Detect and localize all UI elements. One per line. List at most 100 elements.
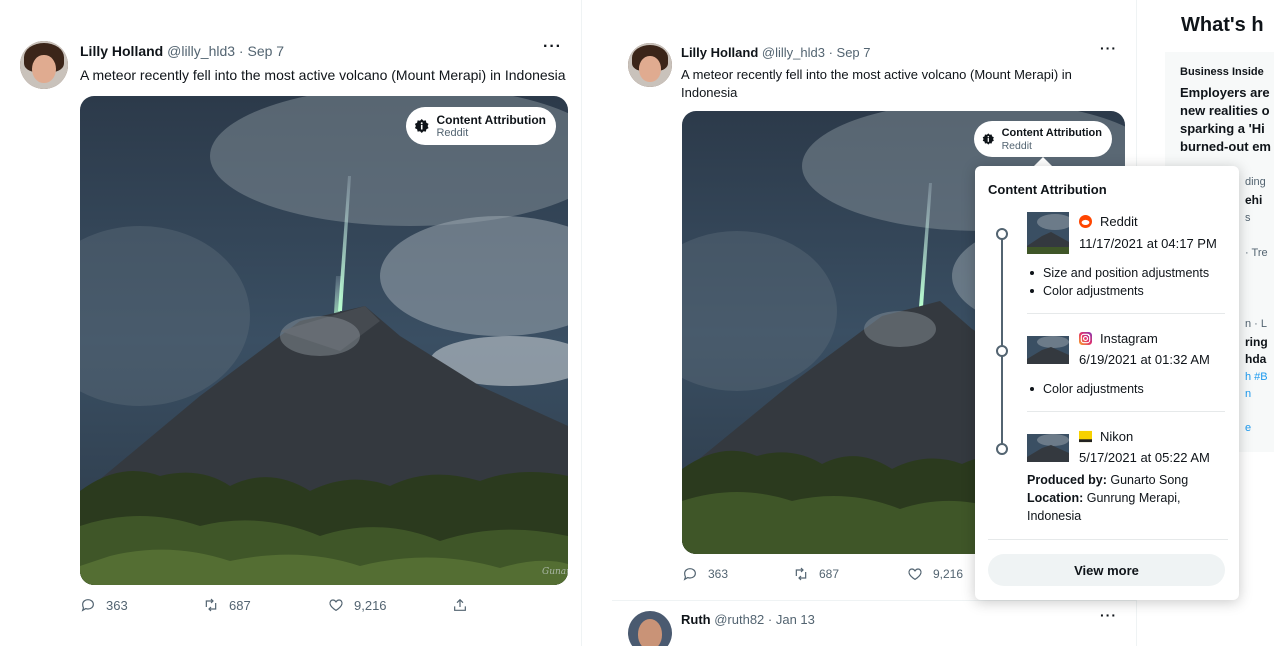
share-button[interactable] — [452, 597, 478, 613]
attribution-source: Reddit — [436, 126, 469, 139]
attribution-title: Content Attribution — [436, 112, 546, 127]
entry-date: 6/19/2021 at 01:32 AM — [1079, 352, 1210, 367]
attribution-badge-icon — [982, 133, 994, 145]
trend-fragment: s — [1245, 212, 1251, 224]
entry-date: 5/17/2021 at 05:22 AM — [1079, 450, 1210, 465]
more-options-icon[interactable]: ··· — [1100, 40, 1117, 56]
retweet-button[interactable]: 687 — [793, 566, 839, 582]
timeline-dot — [996, 345, 1008, 357]
timeline-line — [1001, 234, 1003, 450]
trend-headline[interactable]: Employers are new realities o sparking a… — [1180, 84, 1274, 156]
author-meta[interactable]: @lilly_hld3 · Sep 7 — [762, 45, 871, 60]
trend-headline-line: new realities o — [1180, 103, 1270, 118]
entry-thumbnail[interactable] — [1027, 329, 1069, 371]
trend-fragment: e — [1245, 422, 1252, 434]
popover-title: Content Attribution — [988, 182, 1107, 197]
attribution-source: Reddit — [1001, 139, 1032, 152]
watermark-text: Gunarto — [542, 567, 568, 577]
trend-fragment: ehi — [1245, 193, 1263, 207]
entry-separator — [1027, 313, 1225, 314]
tweet-header: Lilly Holland @lilly_hld3 · Sep 7 — [80, 43, 284, 59]
produced-by: Produced by: Gunarto Song — [1027, 471, 1227, 489]
reply-icon — [683, 568, 696, 581]
reply-icon — [81, 599, 94, 612]
reddit-icon — [1079, 215, 1092, 228]
retweet-icon — [205, 598, 217, 612]
like-button[interactable]: 9,216 — [907, 566, 963, 582]
author-name[interactable]: Lilly Holland — [80, 43, 163, 59]
heart-icon — [908, 568, 922, 581]
location-label: Location: — [1027, 491, 1084, 505]
produced-by-label: Produced by: — [1027, 473, 1107, 487]
timeline-dot — [996, 443, 1008, 455]
tweet-text: A meteor recently fell into the most act… — [80, 67, 566, 83]
retweet-count: 687 — [229, 597, 251, 613]
author-name[interactable]: Lilly Holland — [681, 45, 758, 60]
content-attribution-pill[interactable]: Content Attribution Reddit — [974, 121, 1112, 157]
entry-source-name: Nikon — [1100, 429, 1134, 444]
author-meta[interactable]: @lilly_hld3 · Sep 7 — [167, 43, 284, 59]
trends-header: What's h — [1181, 14, 1274, 56]
avatar[interactable] — [628, 611, 672, 646]
retweet-count: 687 — [819, 567, 840, 581]
tweet-actions: 363 687 9,216 — [80, 597, 480, 617]
edit-item: Color adjustments — [1027, 282, 1209, 300]
trend-fragment: ding — [1245, 176, 1266, 188]
more-options-icon[interactable]: ··· — [543, 38, 562, 56]
reply-button[interactable]: 363 — [682, 566, 728, 582]
volcano-meteor-photo: Gunarto — [80, 96, 568, 585]
trend-headline-line: sparking a 'Hi — [1180, 121, 1265, 136]
more-options-icon[interactable]: ··· — [1100, 607, 1117, 623]
like-button[interactable]: 9,216 — [328, 597, 387, 613]
reply-count: 363 — [708, 567, 729, 581]
avatar[interactable] — [628, 43, 672, 87]
location: Location: Gunrung Merapi, Indonesia — [1027, 489, 1227, 525]
trend-headline-line: Employers are — [1180, 85, 1270, 100]
tweet-header: Ruth @ruth82 · Jan 13 — [681, 612, 815, 627]
entry-source[interactable]: Nikon — [1079, 429, 1133, 444]
entry-source[interactable]: Reddit — [1079, 214, 1138, 229]
left-tweet-panel: Lilly Holland @lilly_hld3 · Sep 7 ··· A … — [0, 0, 582, 646]
retweet-button[interactable]: 687 — [203, 597, 251, 613]
entry-thumbnail[interactable] — [1027, 427, 1069, 469]
edit-item: Color adjustments — [1027, 380, 1144, 398]
avatar[interactable] — [20, 41, 68, 89]
heart-icon — [329, 599, 343, 612]
tweet-text-line: A meteor recently fell into the most act… — [681, 67, 1072, 82]
author-name[interactable]: Ruth — [681, 612, 711, 627]
trend-fragment: hda — [1245, 352, 1267, 366]
trend-headline-line: burned-out em — [1180, 139, 1271, 154]
entry-source-name: Instagram — [1100, 331, 1158, 346]
entry-source[interactable]: Instagram — [1079, 331, 1158, 346]
produced-by-value: Gunarto Song — [1110, 473, 1189, 487]
share-icon — [454, 598, 466, 611]
attribution-title: Content Attribution — [1001, 126, 1102, 139]
tweet-text: A meteor recently fell into the most act… — [681, 66, 1101, 102]
trends-header-text: What's h — [1181, 14, 1264, 36]
popover-divider — [988, 539, 1228, 540]
thumbnail-image — [1027, 427, 1069, 469]
entry-separator — [1027, 411, 1225, 412]
trend-fragment: ring — [1245, 335, 1268, 349]
author-meta[interactable]: @ruth82 · Jan 13 — [714, 612, 815, 627]
nikon-icon — [1079, 430, 1092, 443]
edit-list: Size and position adjustments Color adju… — [1027, 264, 1209, 300]
tweet-actions: 363 687 9,216 — [682, 566, 982, 586]
edit-list: Color adjustments — [1027, 380, 1144, 398]
instagram-icon — [1079, 332, 1092, 345]
like-count: 9,216 — [933, 567, 964, 581]
trend-source: Business Inside — [1180, 66, 1264, 78]
reply-count: 363 — [106, 597, 128, 613]
thumbnail-image — [1027, 329, 1069, 371]
tweet-text-line: Indonesia — [681, 85, 738, 100]
entry-date: 11/17/2021 at 04:17 PM — [1079, 236, 1217, 251]
tweet-media-image[interactable]: Gunarto — [80, 96, 568, 585]
trend-fragment: n · L — [1245, 318, 1268, 330]
entry-source-name: Reddit — [1100, 214, 1138, 229]
view-more-button[interactable]: View more — [988, 554, 1225, 586]
thumbnail-image — [1027, 212, 1069, 254]
entry-thumbnail[interactable] — [1027, 212, 1069, 254]
tweet-header: Lilly Holland @lilly_hld3 · Sep 7 — [681, 45, 871, 60]
content-attribution-pill[interactable]: Content Attribution Reddit — [406, 107, 556, 145]
reply-button[interactable]: 363 — [80, 597, 128, 613]
